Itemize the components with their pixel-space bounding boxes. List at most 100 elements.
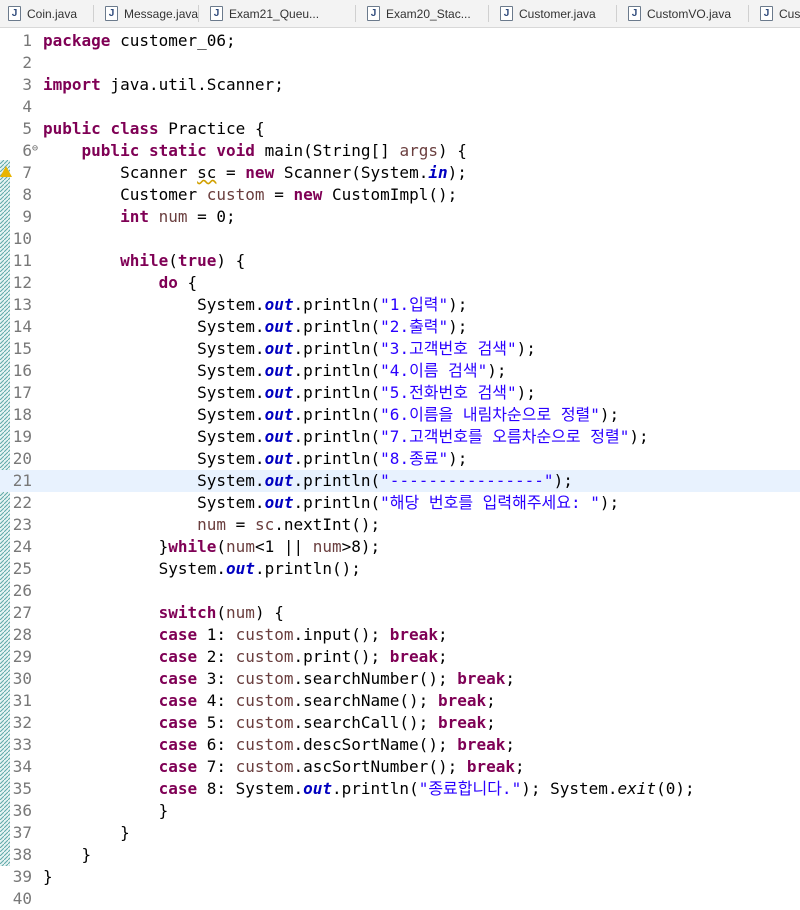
code-line[interactable]: 23 num = sc.nextInt();: [0, 514, 800, 536]
code-line[interactable]: 31 case 4: custom.searchName(); break;: [0, 690, 800, 712]
code-line[interactable]: 3 import java.util.Scanner;: [0, 74, 800, 96]
code-text: public static void main(String[] args) {: [43, 140, 467, 162]
line-number: 31: [12, 691, 32, 710]
code-token: (: [216, 537, 227, 556]
code-line[interactable]: 39}: [0, 866, 800, 888]
code-token: num: [158, 207, 188, 226]
fold-toggle-icon[interactable]: ⊖: [32, 144, 41, 154]
code-line[interactable]: 14 System.out.println("2.출력");: [0, 316, 800, 338]
code-token: out: [264, 383, 294, 402]
code-line[interactable]: 40: [0, 888, 800, 910]
line-number: 19: [12, 427, 32, 446]
tab-6[interactable]: J Cust: [760, 0, 800, 27]
code-line[interactable]: 8 Customer custom = new CustomImpl();: [0, 184, 800, 206]
code-line[interactable]: 37 }: [0, 822, 800, 844]
code-text: System.out.println("1.입력");: [43, 294, 467, 316]
tab-5[interactable]: J CustomVO.java: [628, 0, 731, 27]
code-line[interactable]: 20 System.out.println("8.종료");: [0, 448, 800, 470]
code-token: }: [43, 845, 92, 864]
code-token: 2:: [197, 647, 236, 666]
tab-separator: [748, 5, 749, 22]
code-token: "3.고객번호 검색": [380, 339, 517, 358]
code-line[interactable]: 13 System.out.println("1.입력");: [0, 294, 800, 316]
editor-tab-bar: J Coin.java J Message.java J Exam21_Queu... J E…: [0, 0, 800, 28]
code-line[interactable]: 15 System.out.println("3.고객번호 검색");: [0, 338, 800, 360]
code-text: System.out.println("----------------");: [43, 470, 573, 492]
code-line[interactable]: 5 public class Practice {: [0, 118, 800, 140]
code-text: do {: [43, 272, 198, 294]
line-number: 32: [12, 713, 32, 732]
code-token: .println(: [293, 361, 381, 380]
code-line[interactable]: 2: [0, 52, 800, 74]
code-token: new: [293, 185, 323, 204]
code-line[interactable]: 6 ⊖ public static void main(String[] args…: [0, 140, 800, 162]
tab-4[interactable]: J Customer.java: [500, 0, 596, 27]
code-line[interactable]: 35 case 8: System.out.println("종료합니다.");…: [0, 778, 800, 800]
code-line[interactable]: 32 case 5: custom.searchCall(); break;: [0, 712, 800, 734]
code-line[interactable]: 10: [0, 228, 800, 250]
tab-2[interactable]: J Exam21_Queu...: [210, 0, 319, 27]
code-token: System.: [43, 449, 265, 468]
code-text: int num = 0;: [43, 206, 236, 228]
code-token: in: [428, 163, 448, 182]
code-line[interactable]: 12 do {: [0, 272, 800, 294]
code-line[interactable]: 4: [0, 96, 800, 118]
code-token: 3:: [197, 669, 236, 688]
code-text: switch(num) {: [43, 602, 284, 624]
code-text: Scanner sc = new Scanner(System.in);: [43, 162, 467, 184]
code-line[interactable]: 27 switch(num) {: [0, 602, 800, 624]
line-number: 21: [12, 471, 32, 490]
warning-icon[interactable]: [0, 166, 12, 177]
java-file-icon: J: [760, 6, 773, 21]
code-token: out: [264, 339, 294, 358]
code-token: <1 ||: [254, 537, 313, 556]
code-token: CustomImpl();: [322, 185, 458, 204]
code-line[interactable]: 1 package customer_06;: [0, 30, 800, 52]
code-token: while: [168, 537, 217, 556]
line-number: 28: [12, 625, 32, 644]
code-token: "5.전화번호 검색": [380, 383, 517, 402]
tab-3[interactable]: J Exam20_Stac...: [367, 0, 471, 27]
code-token: >8);: [341, 537, 381, 556]
code-token: while: [120, 251, 169, 270]
code-token: (: [168, 251, 178, 270]
code-line[interactable]: 25 System.out.println();: [0, 558, 800, 580]
code-line[interactable]: 36 }: [0, 800, 800, 822]
code-line[interactable]: 7 Scanner sc = new Scanner(System.in);: [0, 162, 800, 184]
code-token: 5:: [197, 713, 236, 732]
code-line[interactable]: 19 System.out.println("7.고객번호를 오름차순으로 정렬…: [0, 426, 800, 448]
code-text: while(true) {: [43, 250, 245, 272]
code-token: System.: [43, 405, 265, 424]
code-line[interactable]: 16 System.out.println("4.이름 검색");: [0, 360, 800, 382]
code-line[interactable]: 38 }: [0, 844, 800, 866]
code-line[interactable]: 33 case 6: custom.descSortName(); break;: [0, 734, 800, 756]
code-line[interactable]: 21 System.out.println("----------------"…: [0, 470, 800, 492]
code-token: =: [226, 515, 255, 534]
code-line[interactable]: 29 case 2: custom.print(); break;: [0, 646, 800, 668]
line-number: 39: [12, 867, 32, 886]
code-line[interactable]: 22 System.out.println("해당 번호를 입력해주세요: ")…: [0, 492, 800, 514]
code-line[interactable]: 34 case 7: custom.ascSortNumber(); break…: [0, 756, 800, 778]
line-number: 29: [12, 647, 32, 666]
code-line[interactable]: 17 System.out.println("5.전화번호 검색");: [0, 382, 800, 404]
code-text: Customer custom = new CustomImpl();: [43, 184, 457, 206]
tab-0[interactable]: J Coin.java: [8, 0, 77, 27]
code-line[interactable]: 24 }while(num<1 || num>8);: [0, 536, 800, 558]
code-editor[interactable]: 1 package customer_06; 2 3 import java.util.…: [0, 28, 800, 910]
code-line[interactable]: 11 while(true) {: [0, 250, 800, 272]
code-token: Customer: [43, 185, 207, 204]
code-line[interactable]: 18 System.out.println("6.이름을 내림차순으로 정렬")…: [0, 404, 800, 426]
tab-1[interactable]: J Message.java: [105, 0, 198, 27]
code-token: Practice {: [158, 119, 265, 138]
code-line[interactable]: 28 case 1: custom.input(); break;: [0, 624, 800, 646]
code-line[interactable]: 26: [0, 580, 800, 602]
code-text: }: [43, 822, 130, 844]
code-line[interactable]: 9 int num = 0;: [0, 206, 800, 228]
code-line[interactable]: 30 case 3: custom.searchNumber(); break;: [0, 668, 800, 690]
code-token: 1:: [197, 625, 236, 644]
